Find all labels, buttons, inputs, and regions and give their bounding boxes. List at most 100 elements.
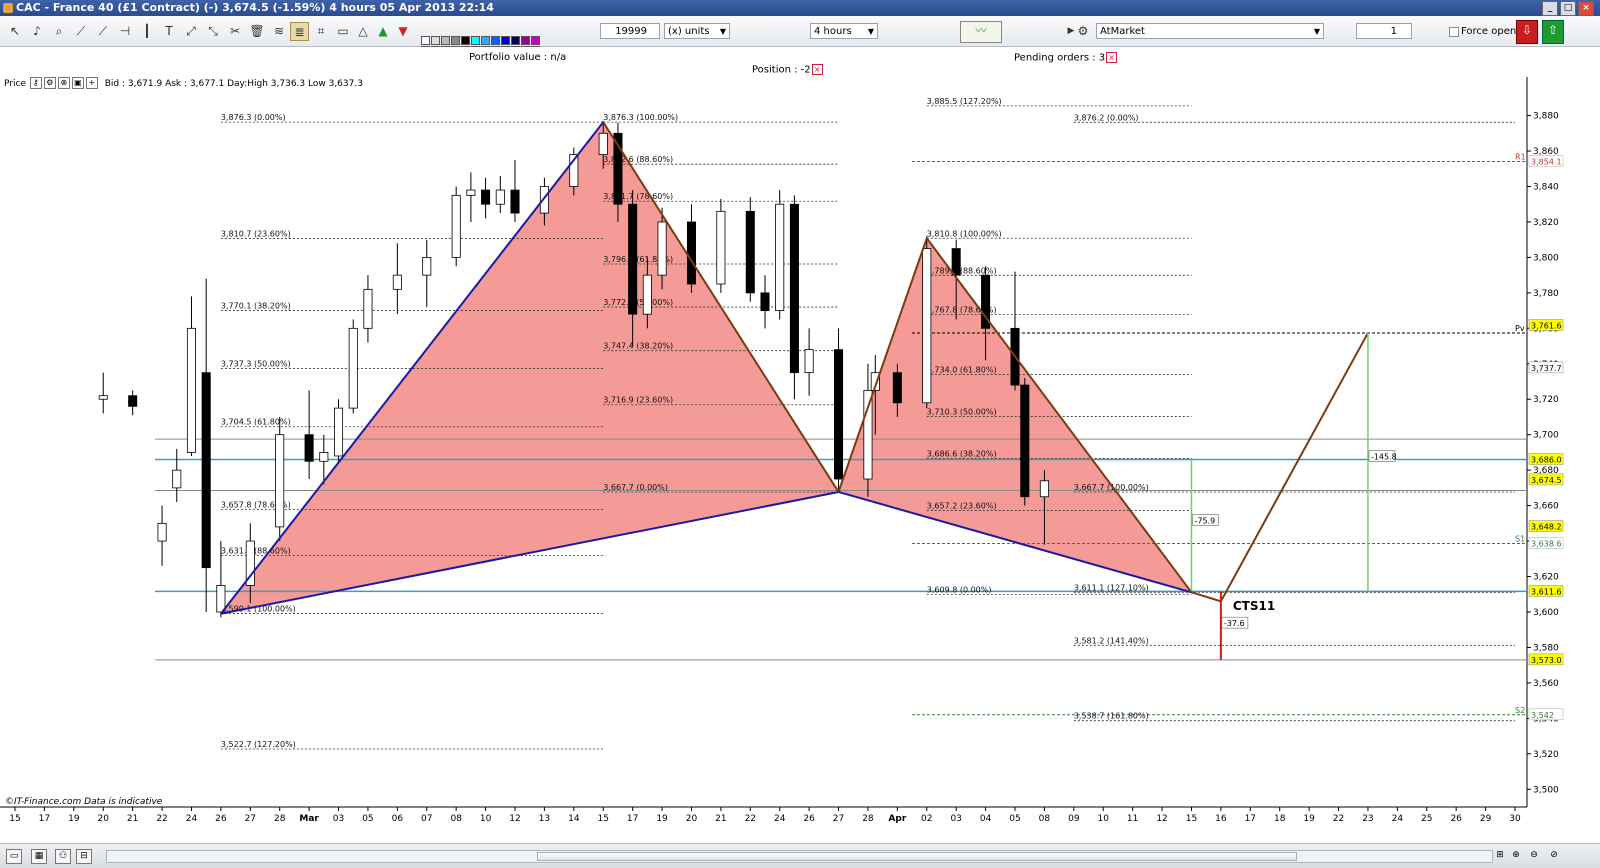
sell-button[interactable]: ⇩	[1516, 20, 1538, 44]
sell-arrow-icon[interactable]: ▼	[394, 22, 412, 40]
horizontal-scrollbar[interactable]	[106, 850, 1493, 863]
candle-body	[1020, 384, 1030, 498]
x-tick-label: 16	[1215, 814, 1227, 824]
buy-button[interactable]: ⇧	[1542, 20, 1564, 44]
ruler-icon[interactable]: ⌗	[312, 22, 330, 40]
order-settings-icon[interactable]: ⚙	[1074, 22, 1092, 40]
triangle-tool-icon[interactable]: △	[354, 22, 372, 40]
candle-body	[789, 203, 799, 374]
x-tick-label: 20	[98, 814, 110, 824]
distance-label: -37.6	[1224, 619, 1245, 628]
price-tag-label: 3,611.6	[1531, 587, 1562, 596]
x-tick-label: 22	[1333, 814, 1344, 824]
monitor-icon[interactable]: ▭	[6, 849, 22, 864]
y-tick-label: 3,720	[1533, 395, 1559, 405]
projection-line	[1191, 332, 1369, 603]
order-type-value: AtMarket	[1100, 26, 1145, 37]
portfolio-value: Portfolio value : n/a	[469, 52, 567, 63]
fib-level-label: 3,810.8 (100.00%)	[927, 229, 1002, 238]
maximize-button[interactable]: □	[1560, 1, 1576, 16]
fib-level-label: 3,522.7 (127.20%)	[221, 740, 296, 749]
close-button[interactable]: ×	[1578, 1, 1594, 16]
x-tick-label: Apr	[888, 814, 906, 824]
x-tick-label: 04	[980, 814, 992, 824]
lots-input[interactable]: 1	[1356, 23, 1412, 39]
settings-icon[interactable]: ⚙	[43, 77, 56, 89]
minimize-button[interactable]: _	[1542, 1, 1558, 16]
x-tick-label: Mar	[299, 814, 319, 824]
force-open-checkbox[interactable]	[1449, 27, 1459, 37]
units-select[interactable]: (x) units ▼	[664, 23, 730, 39]
zoom-magnifier-icon[interactable]: ⌕	[50, 22, 68, 40]
x-tick-label: 02	[921, 814, 932, 824]
order-type-select[interactable]: AtMarket ▼	[1096, 23, 1324, 39]
y-tick-label: 3,600	[1533, 608, 1559, 618]
vertical-line-icon[interactable]: ┃	[138, 22, 156, 40]
pointer-tool-icon[interactable]: ↖	[6, 22, 24, 40]
candle-body	[657, 221, 667, 276]
x-tick-label: 29	[1480, 814, 1492, 824]
x-tick-label: 08	[450, 814, 462, 824]
position-info: Position : -2 ×	[752, 64, 823, 76]
candle-body	[481, 189, 491, 205]
candle-body	[804, 349, 814, 374]
fib-level-label: 3,737.3 (50.00%)	[221, 360, 291, 369]
zoom-fit-icon[interactable]: ⊞	[1493, 849, 1507, 862]
auto-pattern-chart-icon[interactable]: 〰	[960, 21, 1002, 43]
trend-line-icon[interactable]: ⟋	[94, 22, 112, 40]
channel-tool-icon[interactable]: ⤢	[182, 22, 200, 40]
x-tick-label: 17	[39, 814, 50, 824]
fib-level-label: 3,876.3 (0.00%)	[221, 113, 286, 122]
distance-label: -145.8	[1371, 453, 1397, 462]
y-tick-label: 3,880	[1533, 112, 1559, 122]
y-tick-label: 3,780	[1533, 289, 1559, 299]
delete-icon[interactable]: 🗑	[248, 22, 266, 40]
fibonacci-retracement-icon[interactable]: ≣	[290, 22, 309, 41]
pivot-tag-label: 3,638.6	[1531, 540, 1562, 549]
tools-icon[interactable]: ✂	[226, 22, 244, 40]
window-title: CAC - France 40 (£1 Contract) (-) 3,674.…	[16, 1, 494, 14]
candle-body	[98, 395, 108, 400]
lock-icon[interactable]: ▣	[71, 77, 84, 89]
indicator-icon[interactable]: ⚇	[55, 849, 71, 864]
scrollbar-thumb[interactable]	[537, 852, 1297, 861]
save-icon[interactable]: ⊟	[76, 849, 92, 864]
rectangle-tool-icon[interactable]: ▭	[334, 22, 352, 40]
text-tool-icon[interactable]: T	[160, 22, 178, 40]
ray-tool-icon[interactable]: ⤡	[204, 22, 222, 40]
price-chart[interactable]: 3,5003,5203,5403,5603,5803,6003,6203,640…	[0, 77, 1600, 843]
close-icon[interactable]: ×	[1106, 52, 1118, 63]
x-tick-label: 03	[950, 814, 961, 824]
y-tick-label: 3,660	[1533, 502, 1559, 512]
key-icon[interactable]: ⚷	[29, 77, 42, 89]
candle-body	[392, 274, 402, 290]
x-tick-label: 30	[1509, 814, 1521, 824]
add-icon[interactable]: +	[85, 77, 98, 89]
horizontal-line-icon[interactable]: ⊣	[116, 22, 134, 40]
y-tick-label: 3,580	[1533, 643, 1559, 653]
alert-bell-icon[interactable]: ♪	[28, 22, 46, 40]
x-tick-label: 12	[509, 814, 520, 824]
timeframe-value: 4 hours	[814, 26, 852, 37]
x-tick-label: 08	[1039, 814, 1051, 824]
candle-body	[275, 434, 285, 528]
zoom-reset-icon[interactable]: ⊘	[1547, 849, 1561, 862]
candle-body	[598, 132, 608, 155]
x-tick-label: 24	[774, 814, 786, 824]
pivot-tag-label: 3,542	[1531, 711, 1554, 720]
grid-icon[interactable]: ▦	[31, 849, 47, 864]
fib-level-label: 3,611.1 (127.10%)	[1074, 583, 1149, 592]
close-icon[interactable]: ×	[811, 64, 823, 75]
quantity-input[interactable]: 19999	[600, 23, 660, 39]
zoom-out-icon[interactable]: ⊖	[1527, 849, 1541, 862]
draw-line-icon[interactable]: ⟋	[72, 22, 90, 40]
candle-body	[363, 288, 373, 329]
buy-arrow-icon[interactable]: ▲	[374, 22, 392, 40]
x-tick-label: 05	[1009, 814, 1020, 824]
fibonacci-fan-icon[interactable]: ≋	[270, 22, 288, 40]
y-tick-label: 3,520	[1533, 750, 1559, 760]
timeframe-select[interactable]: 4 hours ▼	[810, 23, 878, 39]
zoom-in-icon[interactable]: ⊕	[1509, 849, 1523, 862]
pivot-label: S2	[1515, 706, 1525, 715]
close-circle-icon[interactable]: ⊗	[57, 77, 70, 89]
